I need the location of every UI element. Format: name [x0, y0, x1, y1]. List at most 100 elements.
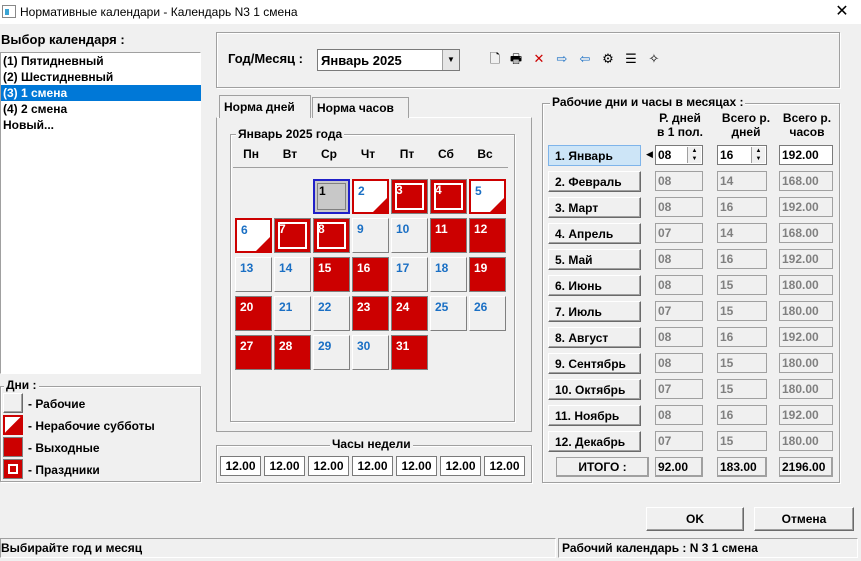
day-cell[interactable]: 7 [274, 218, 311, 253]
total-hours: 2196.00 [779, 457, 833, 477]
total-hours-field: 180.00 [779, 353, 833, 373]
day-number: 13 [240, 261, 254, 275]
day-cell[interactable]: 24 [391, 296, 428, 331]
day-cell[interactable]: 16 [352, 257, 389, 292]
tab-days-norm[interactable]: Норма дней [219, 95, 311, 118]
day-cell[interactable]: 25 [430, 296, 467, 331]
day-cell[interactable]: 18 [430, 257, 467, 292]
delete-icon[interactable]: ✕ [530, 50, 548, 68]
day-cell[interactable]: 17 [391, 257, 428, 292]
calendar-list-item[interactable]: (2) Шестидневный [1, 69, 201, 85]
day-cell[interactable]: 13 [235, 257, 272, 292]
calendar-list[interactable]: (1) Пятидневный (2) Шестидневный (3) 1 сме… [0, 52, 201, 374]
month-button[interactable]: 12. Декабрь [548, 431, 641, 452]
calendar-list-item[interactable]: (3) 1 смена [1, 85, 201, 101]
month-button[interactable]: 10. Октябрь [548, 379, 641, 400]
week-hours-field[interactable]: 12.00 [264, 456, 305, 476]
spinner-icon[interactable]: ▲ ▼ [751, 147, 765, 163]
total-hours-field: 192.00 [779, 405, 833, 425]
settings-icon[interactable]: ⚙ [599, 50, 617, 68]
month-button[interactable]: 5. Май [548, 249, 641, 270]
day-cell[interactable]: 8 [313, 218, 350, 253]
month-button[interactable]: 1. Январь [548, 145, 641, 166]
day-cell[interactable]: 15 [313, 257, 350, 292]
day-cell[interactable]: 4 [430, 179, 467, 214]
day-cell[interactable]: 30 [352, 335, 389, 370]
day-cell[interactable]: 2 [352, 179, 389, 214]
new-icon[interactable]: 🗋 [486, 50, 504, 68]
day-number: 10 [396, 222, 410, 236]
first-half-days-field: 08 [655, 327, 703, 347]
month-button[interactable]: 3. Март [548, 197, 641, 218]
total-hours-field: 180.00 [779, 275, 833, 295]
saturday-corner [373, 198, 387, 212]
first-half-days-value: 08 [658, 278, 672, 292]
day-cell[interactable]: 23 [352, 296, 389, 331]
month-button[interactable]: 9. Сентябрь [548, 353, 641, 374]
chevron-down-icon[interactable]: ▼ [442, 50, 459, 70]
week-hours-label: Часы недели [330, 437, 413, 451]
day-cell[interactable]: 20 [235, 296, 272, 331]
week-hours-field[interactable]: 12.00 [220, 456, 261, 476]
day-cell[interactable]: 26 [469, 296, 506, 331]
legend-label: Дни : [4, 378, 39, 392]
paste-icon[interactable]: ⇦ [576, 50, 594, 68]
ok-button[interactable]: OK [646, 507, 744, 531]
week-hours-field[interactable]: 12.00 [440, 456, 481, 476]
tab-hours-norm[interactable]: Норма часов [312, 97, 409, 118]
day-cell[interactable]: 12 [469, 218, 506, 253]
day-cell[interactable]: 11 [430, 218, 467, 253]
day-cell[interactable]: 28 [274, 335, 311, 370]
day-cell[interactable]: 1 [313, 179, 350, 214]
total-hours-field: 192.00 [779, 249, 833, 269]
day-cell[interactable]: 21 [274, 296, 311, 331]
year-month-select[interactable]: Январь 2025 ▼ [317, 49, 460, 71]
day-cell[interactable]: 3 [391, 179, 428, 214]
day-cell[interactable]: 22 [313, 296, 350, 331]
cancel-button[interactable]: Отмена [754, 507, 854, 531]
day-cell[interactable]: 9 [352, 218, 389, 253]
month-button[interactable]: 7. Июль [548, 301, 641, 322]
total-hours-field: 168.00 [779, 223, 833, 243]
status-hint: Выбирайте год и месяц [0, 538, 556, 558]
month-button[interactable]: 2. Февраль [548, 171, 641, 192]
year-month-label: Год/Месяц : [228, 51, 303, 66]
week-hours-field[interactable]: 12.00 [308, 456, 349, 476]
day-cell[interactable]: 31 [391, 335, 428, 370]
list-icon[interactable]: ☰ [622, 50, 640, 68]
calendar-list-item[interactable]: (4) 2 смена [1, 101, 201, 117]
total-days-value: 15 [720, 434, 734, 448]
day-cell[interactable]: 6 [235, 218, 272, 253]
day-cell[interactable]: 27 [235, 335, 272, 370]
window-title: Нормативные календари - Календарь N3 1 с… [20, 5, 298, 19]
total-days-value: 15 [720, 278, 734, 292]
week-hours-field[interactable]: 12.00 [352, 456, 393, 476]
week-hours-field[interactable]: 12.00 [396, 456, 437, 476]
total-days-value: 16 [720, 408, 734, 422]
day-cell[interactable]: 10 [391, 218, 428, 253]
spinner-icon[interactable]: ▲ ▼ [687, 147, 701, 163]
header-first-half-days-l2: в 1 пол. [657, 125, 703, 139]
total-hours-field[interactable]: 192.00 [779, 145, 833, 165]
first-half-days-field[interactable]: 08 ▲ ▼ [655, 145, 703, 165]
first-half-days-value: 07 [658, 226, 672, 240]
total-days-field[interactable]: 16 ▲ ▼ [717, 145, 767, 165]
day-cell[interactable]: 14 [274, 257, 311, 292]
print-icon[interactable]: 🖶 [507, 50, 525, 68]
copy-icon[interactable]: ⇨ [553, 50, 571, 68]
week-hours-field[interactable]: 12.00 [484, 456, 525, 476]
first-half-days-field: 07 [655, 223, 703, 243]
month-button[interactable]: 8. Август [548, 327, 641, 348]
header-total-hours-l1: Всего р. [782, 111, 832, 125]
month-button[interactable]: 6. Июнь [548, 275, 641, 296]
calendar-list-item[interactable]: Новый... [1, 117, 201, 133]
close-button[interactable]: ✕ [832, 2, 852, 22]
calendar-list-item[interactable]: (1) Пятидневный [1, 53, 201, 69]
wand-icon[interactable]: ✧ [645, 50, 663, 68]
day-cell[interactable]: 19 [469, 257, 506, 292]
first-half-days-value: 08 [658, 200, 672, 214]
month-button[interactable]: 4. Апрель [548, 223, 641, 244]
month-button[interactable]: 11. Ноябрь [548, 405, 641, 426]
day-cell[interactable]: 29 [313, 335, 350, 370]
day-cell[interactable]: 5 [469, 179, 506, 214]
